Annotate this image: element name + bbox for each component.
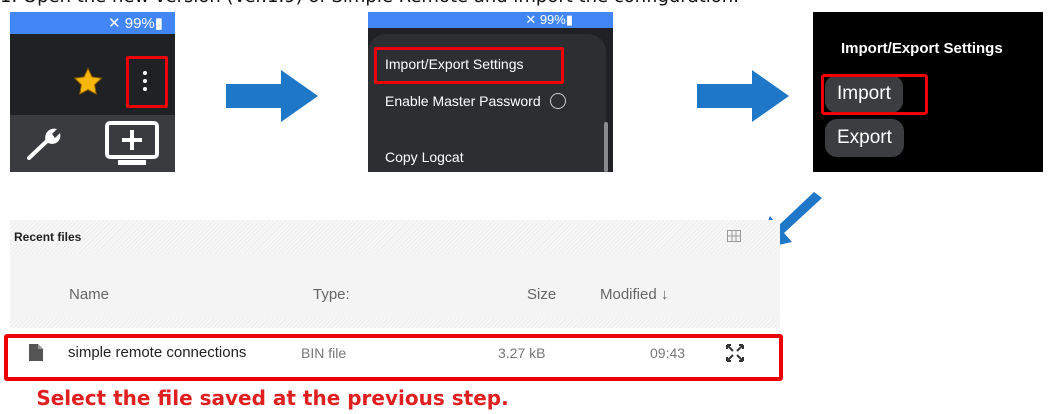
highlight-box (4, 334, 783, 381)
divider (10, 318, 780, 328)
wrench-icon[interactable] (25, 124, 67, 162)
export-button[interactable]: Export (825, 119, 904, 157)
scrollbar[interactable] (604, 122, 608, 172)
step-heading: 1. Open the new version (Ver.1.9) of Sim… (0, 0, 1052, 8)
status-bar: ✕ 99%▮ (10, 12, 175, 34)
radio-icon[interactable] (550, 93, 566, 109)
arrow-right-icon (697, 70, 789, 122)
grid-view-icon[interactable] (727, 230, 741, 242)
highlight-box (374, 47, 564, 84)
status-text: ✕ 99%▮ (107, 15, 163, 32)
section-header (10, 220, 780, 254)
highlight-box (821, 74, 928, 115)
column-modified[interactable]: Modified ↓ (600, 286, 668, 303)
monitor-plus-icon[interactable] (104, 120, 160, 168)
menu-item-copy-logcat[interactable]: Copy Logcat (385, 149, 464, 165)
overflow-menu-screenshot: ✕ 99%▮ Import/Export Settings Enable Mas… (368, 12, 613, 172)
app-main-screenshot: ✕ 99%▮ (10, 12, 175, 172)
dialog-title: Import/Export Settings (841, 40, 1003, 57)
more-menu-button[interactable] (126, 56, 168, 108)
column-type[interactable]: Type: (313, 286, 350, 303)
import-export-screenshot: Import/Export Settings Import Export (813, 12, 1043, 172)
arrow-right-icon (226, 70, 318, 122)
instruction-caption: Select the file saved at the previous st… (36, 386, 509, 410)
menu-item-master-password[interactable]: Enable Master Password (385, 93, 541, 109)
more-vertical-icon (143, 71, 147, 95)
status-text: ✕ 99%▮ (525, 12, 573, 27)
column-size[interactable]: Size (527, 286, 556, 303)
status-bar: ✕ 99%▮ (368, 12, 613, 28)
star-icon[interactable] (72, 66, 104, 98)
column-name[interactable]: Name (69, 286, 109, 303)
section-title: Recent files (14, 230, 82, 244)
